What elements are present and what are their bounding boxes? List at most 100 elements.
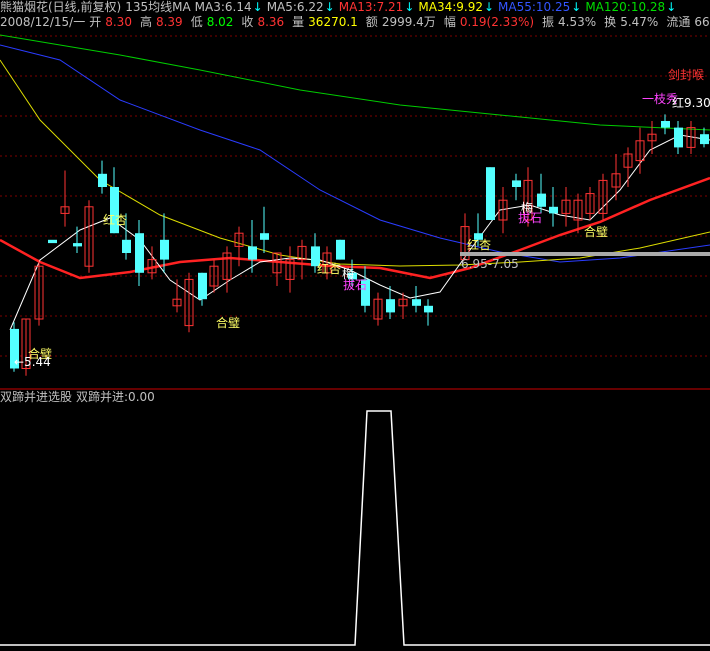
candlestick [260, 206, 269, 253]
ma-header-item: MA5:6.22 [266, 0, 324, 14]
quote-field-value: 8.30 [105, 15, 132, 29]
candle-body [412, 299, 421, 306]
quote-field-value: 2999.4万 [381, 15, 436, 29]
chart-annotation: 合璧 [584, 224, 608, 239]
candlestick [285, 246, 295, 293]
candlestick [623, 147, 633, 187]
chart-annotation: 拔石 [343, 277, 367, 292]
quote-field-label: 换 [604, 15, 617, 29]
candle-body [486, 167, 495, 220]
quote-field-value: 0.19(2.33%) [459, 15, 535, 29]
down-arrow-icon: ↓ [324, 0, 335, 14]
date-label: 2008/12/15/一 [0, 15, 86, 29]
candlestick [234, 226, 244, 267]
candle-body [98, 173, 107, 187]
quote-field-value: 8.36 [257, 15, 285, 29]
candlestick [73, 226, 82, 253]
candlestick [412, 286, 421, 313]
quote-field-value: 6628万 [694, 15, 710, 29]
candlestick-chart[interactable]: 红杏合璧合璧←5.44红杏 梅拔石红杏6.95-7.05梅拔石合璧剑封喉一枝秀红9… [0, 0, 710, 651]
ma-header-item: MA55:10.25 [498, 0, 571, 14]
quote-field-value: 8.02 [206, 15, 234, 29]
candlestick [336, 239, 345, 260]
chart-annotation: 合璧 [216, 315, 240, 330]
indicator-header: 双蹄并进选股 双蹄并进:0.00 [0, 390, 159, 405]
candle-body [386, 299, 395, 313]
quote-field: 幅 0.19(2.33%) [444, 15, 538, 29]
ma-header-item: MA120:10.28 [585, 0, 666, 14]
quote-field: 振 4.53% [542, 15, 600, 29]
ma-header-item: 135均线MA [125, 0, 191, 14]
quote-field-label: 低 [190, 15, 203, 29]
candle-body [512, 180, 521, 187]
candle-body [135, 233, 144, 273]
chart-overlay: 红杏合璧合璧←5.44红杏 梅拔石红杏6.95-7.05梅拔石合璧剑封喉一枝秀红9… [14, 67, 710, 369]
candlestick [297, 239, 307, 280]
candlestick [549, 187, 558, 227]
indicator-label: 双蹄并进:0.00 [76, 390, 155, 404]
quote-field: 量 36270.1 [292, 15, 362, 29]
candle-body [48, 239, 57, 244]
candle-body [537, 193, 546, 207]
gray-band [460, 252, 710, 256]
quote-field: 额 2999.4万 [366, 15, 440, 29]
chart-annotation: 红杏 [467, 237, 491, 252]
quote-field: 收 8.36 [241, 15, 288, 29]
candle-body [248, 246, 257, 260]
ohlc-header: 2008/12/15/一开 8.30 高 8.39 低 8.02 收 8.36 量 36270.1… [0, 15, 710, 30]
quote-field-value: 5.47% [620, 15, 659, 29]
down-arrow-icon: ↓ [666, 0, 677, 14]
quote-field-label: 高 [139, 15, 152, 29]
candlestick [674, 121, 683, 154]
ma-header-item: MA13:7.21 [338, 0, 404, 14]
chart-annotation: 剑封喉 [668, 67, 704, 82]
candle-body [661, 121, 670, 128]
quote-field: 低 8.02 [191, 15, 238, 29]
candlestick [272, 252, 282, 286]
down-arrow-icon: ↓ [252, 0, 263, 14]
chart-annotation: 红杏 [317, 261, 341, 276]
candlestick [60, 170, 70, 227]
candlestick [611, 154, 621, 201]
candle-body [198, 272, 207, 300]
candlestick [661, 114, 670, 135]
chart-annotation: 6.95-7.05 [461, 257, 519, 271]
quote-field-label: 幅 [443, 15, 456, 29]
chart-annotation: 红9.30 [672, 95, 710, 110]
quote-field-label: 收 [241, 15, 254, 29]
quote-field-label: 量 [292, 15, 305, 29]
quote-field-value: 36270.1 [308, 15, 358, 29]
candlestick [222, 246, 232, 293]
candle-body [122, 239, 131, 253]
candlestick [198, 272, 207, 306]
quote-field-value: 4.53% [558, 15, 597, 29]
candle-body [73, 243, 82, 247]
candlestick [512, 173, 521, 201]
candlestick [424, 299, 433, 326]
candlestick [98, 160, 107, 194]
candle-body [160, 239, 169, 260]
ma-header-item: 熊猫烟花(日线,前复权) [0, 0, 122, 14]
candlestick [598, 173, 608, 220]
candle-body [674, 127, 683, 148]
quote-field-label: 流通 [666, 15, 691, 29]
chart-annotation: 拔石 [518, 210, 542, 225]
candle-body [700, 134, 709, 145]
ma-header: 熊猫烟花(日线,前复权) 135均线MA MA3:6.14↓ MA5:6.22↓ MA1… [0, 0, 680, 15]
candlestick [373, 292, 383, 326]
down-arrow-icon: ↓ [404, 0, 415, 14]
ma-header-item: MA3:6.14 [194, 0, 252, 14]
chart-annotation: ←5.44 [14, 355, 51, 369]
chart-annotation: 红杏 [103, 212, 127, 227]
candle-body [549, 206, 558, 214]
candlestick [561, 187, 571, 227]
down-arrow-icon: ↓ [483, 0, 495, 14]
candlestick [486, 167, 495, 220]
ma-header-item: MA34:9.92 [418, 0, 483, 14]
indicator-label: 双蹄并进选股 [0, 390, 73, 404]
quote-field: 换 5.47% [604, 15, 662, 29]
quote-field: 高 8.39 [140, 15, 187, 29]
candle-body [424, 305, 433, 313]
candle-body [336, 239, 345, 260]
candlestick [147, 246, 157, 280]
